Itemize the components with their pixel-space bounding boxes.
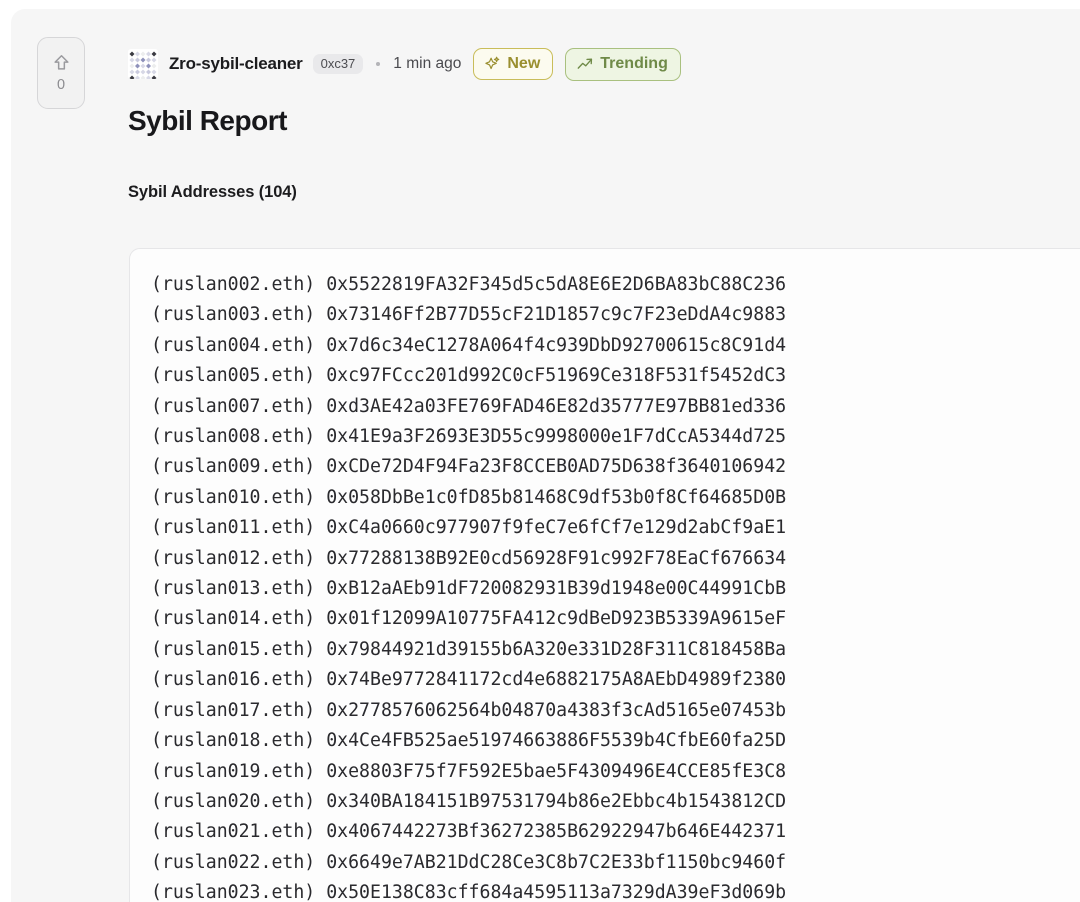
address-hex: 0x4067442273Bf36272385B62922947b646E4423… — [326, 821, 787, 843]
sybil-address-code-block[interactable]: (ruslan002.eth) 0x5522819FA32F345d5c5dA8… — [129, 248, 1080, 902]
address-ens-name: (ruslan019.eth) — [151, 760, 316, 782]
address-row: (ruslan013.eth) 0xB12aAEb91dF720082931B3… — [151, 574, 1080, 604]
address-ens-name: (ruslan017.eth) — [151, 699, 316, 721]
section-heading: Sybil Addresses (104) — [128, 183, 297, 201]
address-ens-name: (ruslan023.eth) — [151, 882, 316, 902]
address-ens-name: (ruslan005.eth) — [151, 365, 316, 387]
address-row: (ruslan016.eth) 0x74Be9772841172cd4e6882… — [151, 665, 1080, 695]
address-ens-name: (ruslan008.eth) — [151, 426, 316, 448]
address-hex: 0xc97FCcc201d992C0cF51969Ce318F531f5452d… — [326, 365, 787, 387]
address-hex: 0xe8803F75f7F592E5bae5F4309496E4CCE85fE3… — [326, 760, 787, 782]
address-row: (ruslan014.eth) 0x01f12099A10775FA412c9d… — [151, 604, 1080, 634]
address-hex: 0x77288138B92E0cd56928F91c992F78EaCf6766… — [326, 547, 787, 569]
badge-trending: Trending — [565, 47, 681, 81]
address-row: (ruslan002.eth) 0x5522819FA32F345d5c5dA8… — [151, 270, 1080, 300]
address-row: (ruslan017.eth) 0x2778576062564b04870a43… — [151, 696, 1080, 726]
address-hex: 0x50E138C83cff684a4595113a7329dA39eF3d06… — [326, 882, 787, 902]
address-hex: 0x73146Ff2B77D55cF21D1857c9c7F23eDdA4c98… — [326, 304, 787, 326]
address-ens-name: (ruslan011.eth) — [151, 517, 316, 539]
post-hash-chip[interactable]: 0xc37 — [312, 54, 364, 74]
address-hex: 0x4Ce4FB525ae51974663886F5539b4CfbE60fa2… — [326, 730, 787, 752]
address-row: (ruslan004.eth) 0x7d6c34eC1278A064f4c939… — [151, 331, 1080, 361]
address-hex: 0x7d6c34eC1278A064f4c939DbD92700615c8C91… — [326, 334, 787, 356]
address-ens-name: (ruslan014.eth) — [151, 608, 316, 630]
address-list: (ruslan002.eth) 0x5522819FA32F345d5c5dA8… — [151, 270, 1080, 902]
address-hex: 0x01f12099A10775FA412c9dBeD923B5339A9615… — [326, 608, 787, 630]
address-hex: 0x340BA184151B97531794b86e2Ebbc4b1543812… — [326, 790, 787, 812]
address-ens-name: (ruslan018.eth) — [151, 730, 316, 752]
address-ens-name: (ruslan012.eth) — [151, 547, 316, 569]
address-hex: 0xCDe72D4F94Fa23F8CCEB0AD75D638f36401069… — [326, 456, 787, 478]
address-row: (ruslan009.eth) 0xCDe72D4F94Fa23F8CCEB0A… — [151, 452, 1080, 482]
author-name[interactable]: Zro-sybil-cleaner — [169, 54, 303, 74]
sparkle-icon — [484, 55, 501, 72]
address-row: (ruslan023.eth) 0x50E138C83cff684a459511… — [151, 878, 1080, 902]
address-hex: 0x6649e7AB21DdC28Ce3C8b7C2E33bf1150bc946… — [326, 851, 787, 873]
address-row: (ruslan010.eth) 0x058DbBe1c0fD85b81468C9… — [151, 483, 1080, 513]
post-card: 0 Zro-sybil-cleaner 0xc37 1 min ago New … — [11, 9, 1080, 902]
address-row: (ruslan003.eth) 0x73146Ff2B77D55cF21D185… — [151, 300, 1080, 330]
address-row: (ruslan007.eth) 0xd3AE42a03FE769FAD46E82… — [151, 392, 1080, 422]
address-ens-name: (ruslan009.eth) — [151, 456, 316, 478]
address-row: (ruslan019.eth) 0xe8803F75f7F592E5bae5F4… — [151, 757, 1080, 787]
address-hex: 0xC4a0660c977907f9feC7e6fCf7e129d2abCf9a… — [326, 517, 787, 539]
address-hex: 0xB12aAEb91dF720082931B39d1948e00C44991C… — [326, 578, 787, 600]
address-ens-name: (ruslan021.eth) — [151, 821, 316, 843]
address-ens-name: (ruslan013.eth) — [151, 578, 316, 600]
address-hex: 0x5522819FA32F345d5c5dA8E6E2D6BA83bC88C2… — [326, 274, 787, 295]
arrow-up-icon — [52, 53, 71, 72]
address-row: (ruslan005.eth) 0xc97FCcc201d992C0cF5196… — [151, 361, 1080, 391]
badge-new-label: New — [507, 54, 541, 72]
address-ens-name: (ruslan016.eth) — [151, 669, 316, 691]
trending-up-icon — [576, 55, 594, 73]
address-row: (ruslan018.eth) 0x4Ce4FB525ae51974663886… — [151, 726, 1080, 756]
address-ens-name: (ruslan022.eth) — [151, 851, 316, 873]
address-hex: 0x79844921d39155b6A320e331D28F311C818458… — [326, 638, 787, 660]
upvote-count: 0 — [56, 77, 66, 94]
address-row: (ruslan020.eth) 0x340BA184151B97531794b8… — [151, 787, 1080, 817]
address-ens-name: (ruslan015.eth) — [151, 638, 316, 660]
post-meta: Zro-sybil-cleaner 0xc37 1 min ago New Tr… — [128, 46, 681, 82]
avatar — [128, 49, 158, 79]
post-timestamp: 1 min ago — [393, 55, 462, 72]
page-title: Sybil Report — [128, 105, 287, 136]
upvote-button[interactable]: 0 — [37, 37, 85, 109]
address-hex: 0xd3AE42a03FE769FAD46E82d35777E97BB81ed3… — [326, 395, 787, 417]
address-ens-name: (ruslan002.eth) — [151, 274, 316, 295]
address-hex: 0x058DbBe1c0fD85b81468C9df53b0f8Cf64685D… — [326, 486, 787, 508]
address-hex: 0x41E9a3F2693E3D55c9998000e1F7dCcA5344d7… — [326, 426, 787, 448]
address-row: (ruslan021.eth) 0x4067442273Bf36272385B6… — [151, 817, 1080, 847]
address-ens-name: (ruslan020.eth) — [151, 790, 316, 812]
address-row: (ruslan015.eth) 0x79844921d39155b6A320e3… — [151, 635, 1080, 665]
address-row: (ruslan008.eth) 0x41E9a3F2693E3D55c99980… — [151, 422, 1080, 452]
badge-new: New — [473, 48, 554, 80]
address-ens-name: (ruslan010.eth) — [151, 486, 316, 508]
address-hex: 0x74Be9772841172cd4e6882175A8AEbD4989f23… — [326, 669, 787, 691]
page-root: 0 Zro-sybil-cleaner 0xc37 1 min ago New … — [0, 0, 1080, 902]
separator-dot — [376, 62, 381, 66]
address-row: (ruslan012.eth) 0x77288138B92E0cd56928F9… — [151, 544, 1080, 574]
address-ens-name: (ruslan004.eth) — [151, 334, 316, 356]
address-ens-name: (ruslan003.eth) — [151, 304, 316, 326]
address-row: (ruslan022.eth) 0x6649e7AB21DdC28Ce3C8b7… — [151, 848, 1080, 878]
address-row: (ruslan011.eth) 0xC4a0660c977907f9feC7e6… — [151, 513, 1080, 543]
badge-trending-label: Trending — [600, 54, 668, 72]
address-ens-name: (ruslan007.eth) — [151, 395, 316, 417]
address-hex: 0x2778576062564b04870a4383f3cAd5165e0745… — [326, 699, 787, 721]
